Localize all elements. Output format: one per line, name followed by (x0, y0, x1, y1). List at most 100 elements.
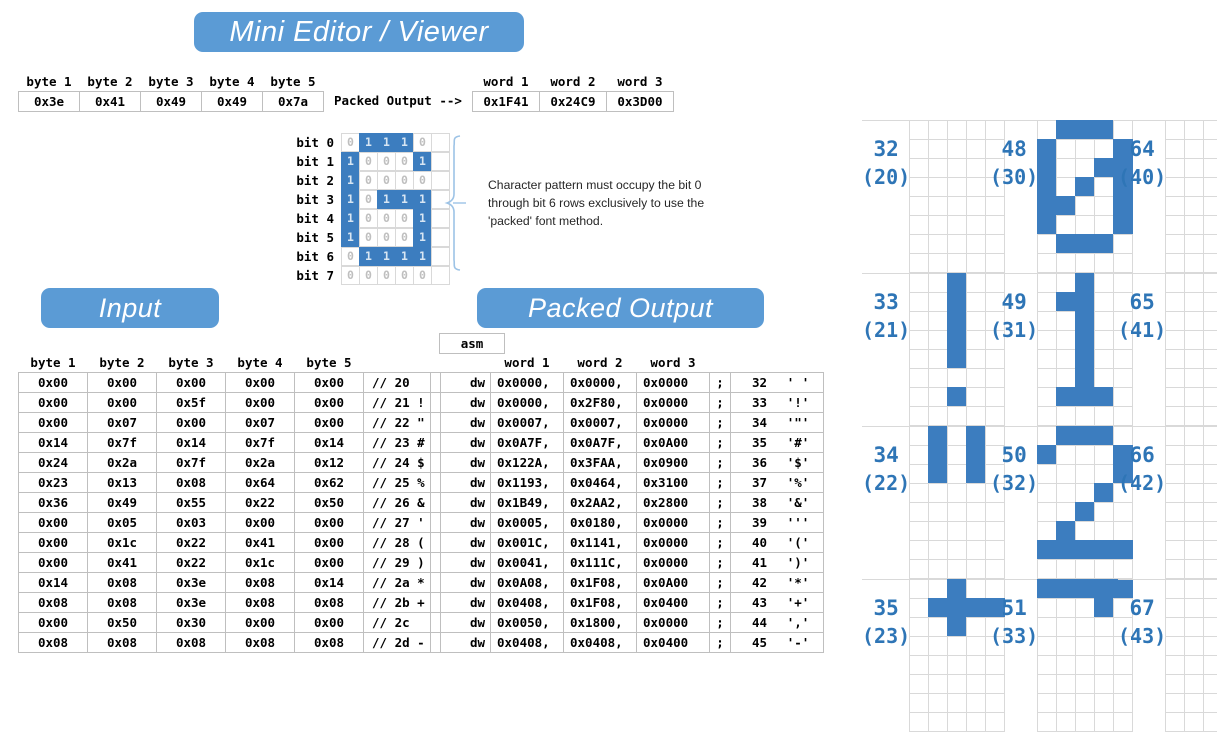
preview-pixel[interactable] (1037, 349, 1057, 369)
preview-pixel[interactable] (909, 464, 929, 484)
preview-pixel[interactable] (1075, 158, 1095, 178)
input-byte-cell[interactable]: 0x08 (226, 593, 295, 613)
input-byte-cell[interactable]: 0x23 (19, 473, 88, 493)
summary-byte-value[interactable]: 0x49 (141, 92, 202, 112)
input-byte-cell[interactable]: 0x1c (88, 533, 157, 553)
preview-pixel[interactable] (1075, 579, 1095, 599)
preview-character-cell[interactable]: 34(22) (862, 426, 990, 579)
preview-pixel[interactable] (1075, 253, 1095, 273)
preview-pixel[interactable] (1203, 464, 1217, 484)
preview-pixel[interactable] (1203, 579, 1217, 599)
preview-pixel[interactable] (909, 636, 929, 656)
input-byte-cell[interactable]: 0x7f (88, 433, 157, 453)
preview-pixel-grid[interactable] (1166, 427, 1217, 579)
preview-pixel[interactable] (1165, 483, 1185, 503)
preview-pixel[interactable] (1165, 579, 1185, 599)
preview-pixel[interactable] (1037, 234, 1057, 254)
input-byte-cell[interactable]: 0x41 (88, 553, 157, 573)
preview-pixel[interactable] (1203, 177, 1217, 197)
input-byte-cell[interactable]: 0x08 (226, 573, 295, 593)
preview-pixel[interactable] (1203, 502, 1217, 522)
preview-pixel[interactable] (1056, 292, 1076, 312)
preview-pixel[interactable] (1203, 598, 1217, 618)
preview-pixel[interactable] (947, 655, 967, 675)
preview-pixel[interactable] (1165, 559, 1185, 579)
input-byte-cell[interactable]: 0x3e (157, 593, 226, 613)
preview-pixel[interactable] (928, 445, 948, 465)
preview-pixel[interactable] (1075, 521, 1095, 541)
preview-pixel[interactable] (1094, 330, 1114, 350)
preview-pixel[interactable] (1184, 559, 1204, 579)
bit-cell[interactable]: 0 (359, 228, 378, 247)
input-byte-cell[interactable]: 0x30 (157, 613, 226, 633)
preview-pixel[interactable] (1203, 445, 1217, 465)
preview-pixel[interactable] (947, 617, 967, 637)
preview-pixel[interactable] (947, 349, 967, 369)
preview-pixel[interactable] (928, 521, 948, 541)
preview-pixel[interactable] (1094, 712, 1114, 732)
preview-pixel[interactable] (1094, 483, 1114, 503)
preview-pixel[interactable] (966, 349, 986, 369)
preview-pixel[interactable] (1165, 234, 1185, 254)
preview-pixel[interactable] (1075, 598, 1095, 618)
input-byte-cell[interactable]: 0x00 (19, 393, 88, 413)
preview-character-cell[interactable]: 66(42) (1118, 426, 1217, 579)
preview-pixel[interactable] (1075, 483, 1095, 503)
preview-pixel[interactable] (1075, 120, 1095, 140)
preview-pixel[interactable] (947, 502, 967, 522)
preview-pixel[interactable] (1056, 617, 1076, 637)
preview-pixel[interactable] (909, 445, 929, 465)
preview-pixel[interactable] (1184, 139, 1204, 159)
preview-pixel[interactable] (1094, 559, 1114, 579)
preview-pixel[interactable] (947, 598, 967, 618)
preview-pixel[interactable] (1037, 292, 1057, 312)
preview-character-cell[interactable]: 65(41) (1118, 273, 1217, 426)
preview-pixel[interactable] (1203, 139, 1217, 159)
preview-pixel[interactable] (966, 234, 986, 254)
input-byte-cell[interactable]: 0x08 (88, 633, 157, 653)
preview-pixel[interactable] (909, 311, 929, 331)
preview-pixel[interactable] (928, 273, 948, 293)
preview-pixel[interactable] (1037, 655, 1057, 675)
input-byte-cell[interactable]: 0x22 (157, 553, 226, 573)
preview-pixel[interactable] (1056, 196, 1076, 216)
preview-pixel[interactable] (1184, 617, 1204, 637)
preview-pixel[interactable] (1075, 559, 1095, 579)
preview-pixel[interactable] (1165, 253, 1185, 273)
input-byte-cell[interactable]: 0x22 (157, 533, 226, 553)
preview-pixel[interactable] (1075, 177, 1095, 197)
input-byte-cell[interactable]: 0x08 (295, 593, 364, 613)
input-byte-cell[interactable]: 0x08 (88, 573, 157, 593)
preview-pixel[interactable] (966, 368, 986, 388)
preview-pixel[interactable] (1056, 387, 1076, 407)
preview-pixel[interactable] (1203, 311, 1217, 331)
preview-pixel[interactable] (928, 120, 948, 140)
bit-cell[interactable]: 1 (341, 228, 360, 247)
preview-pixel[interactable] (1037, 273, 1057, 293)
bit-cell[interactable]: 1 (359, 133, 378, 152)
preview-pixel[interactable] (928, 253, 948, 273)
preview-pixel[interactable] (947, 253, 967, 273)
preview-pixel[interactable] (1056, 139, 1076, 159)
preview-pixel[interactable] (966, 311, 986, 331)
preview-pixel[interactable] (1203, 655, 1217, 675)
bit-cell[interactable]: 0 (377, 228, 396, 247)
preview-pixel[interactable] (909, 712, 929, 732)
preview-pixel[interactable] (947, 712, 967, 732)
preview-pixel[interactable] (1184, 674, 1204, 694)
preview-pixel[interactable] (947, 406, 967, 426)
bit-cell[interactable]: 1 (395, 247, 414, 266)
preview-pixel[interactable] (1075, 330, 1095, 350)
preview-pixel[interactable] (1056, 349, 1076, 369)
input-byte-cell[interactable]: 0x13 (88, 473, 157, 493)
preview-pixel[interactable] (1094, 158, 1114, 178)
bit-cell[interactable]: 0 (377, 152, 396, 171)
preview-pixel[interactable] (1094, 579, 1114, 599)
preview-pixel[interactable] (1165, 655, 1185, 675)
preview-pixel[interactable] (966, 406, 986, 426)
preview-pixel[interactable] (1165, 196, 1185, 216)
preview-pixel[interactable] (1184, 215, 1204, 235)
preview-pixel[interactable] (966, 292, 986, 312)
input-byte-cell[interactable]: 0x24 (19, 453, 88, 473)
preview-pixel[interactable] (928, 330, 948, 350)
